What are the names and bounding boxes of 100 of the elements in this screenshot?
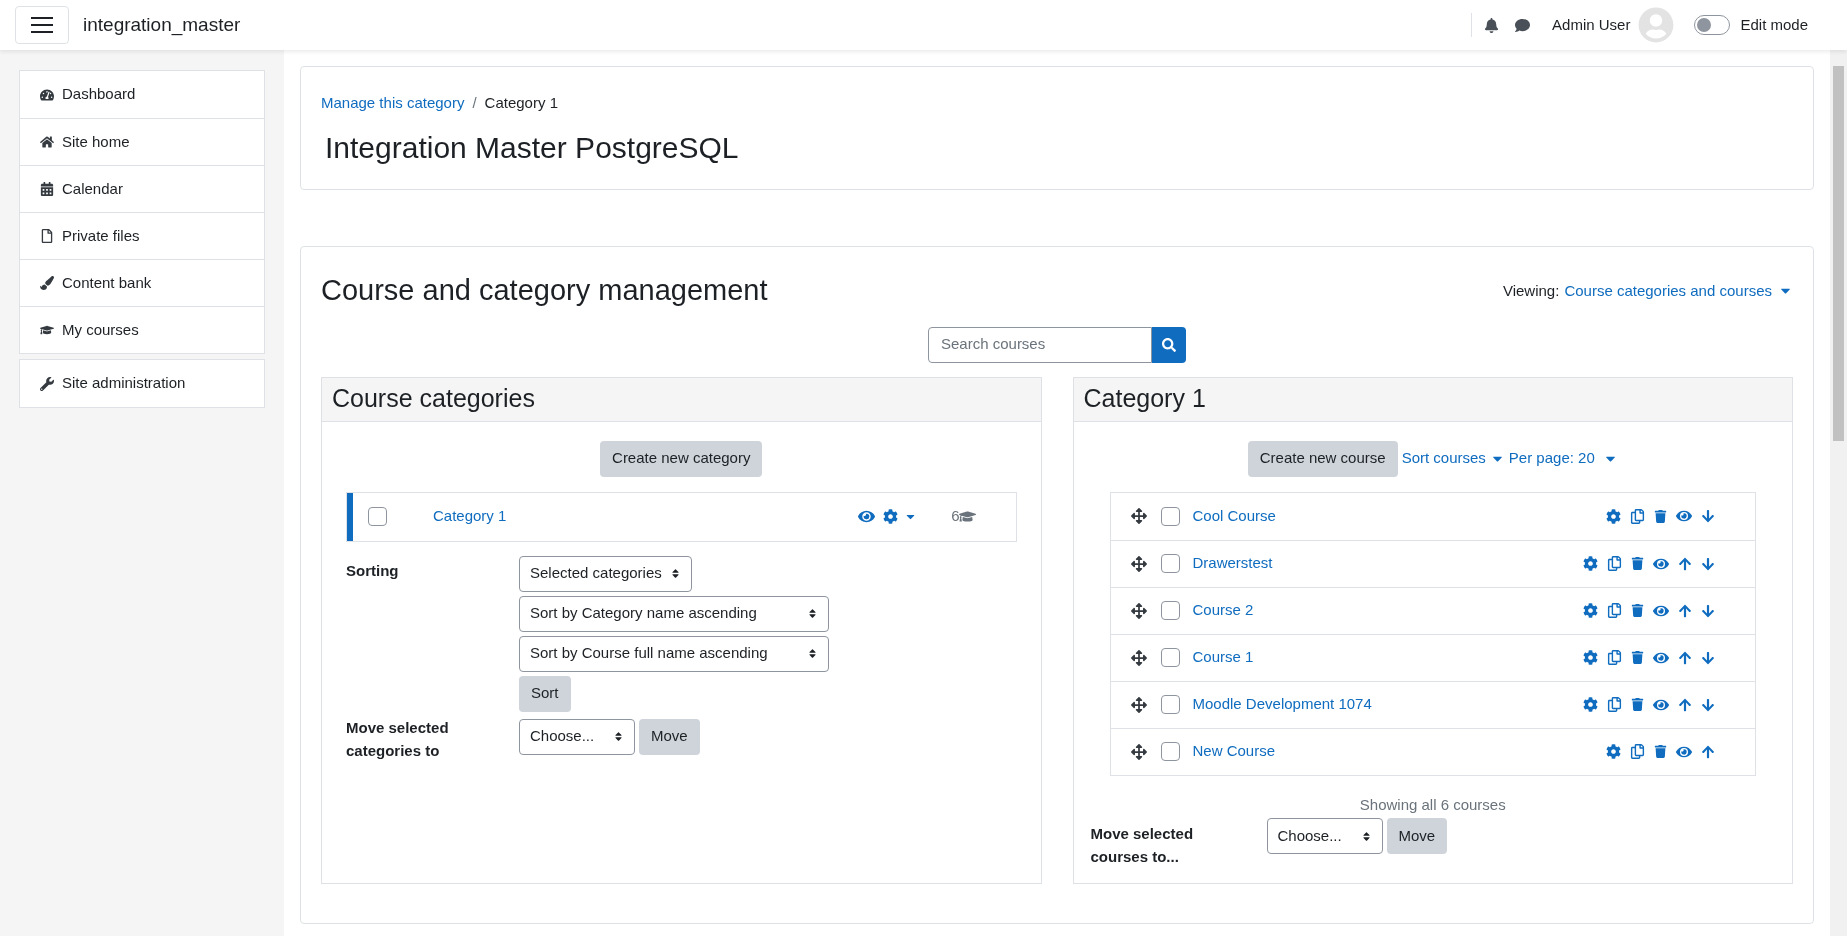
category-link[interactable]: Category 1 [433,505,507,528]
course-link[interactable]: Cool Course [1192,504,1276,528]
course-row[interactable]: Drawerstest [1110,539,1755,587]
course-link[interactable]: Drawerstest [1192,552,1273,575]
scrollbar[interactable] [1830,50,1847,936]
sidebar-item[interactable]: Dashboard [20,71,264,118]
notifications-bell-icon[interactable] [1484,17,1500,33]
graduation-cap-icon [40,323,54,337]
course-row[interactable]: New Course [1110,727,1755,775]
eye-icon[interactable] [858,508,876,525]
course-row[interactable]: Moodle Development 1074 [1110,680,1755,728]
page-title: Integration Master PostgreSQL [325,129,740,166]
checkbox[interactable] [1160,695,1180,714]
sort-caret-icon [807,648,818,659]
select-field[interactable]: Selected categories [519,555,692,592]
panel-title: Course categories [332,383,535,415]
select-field[interactable]: Choose... [519,718,635,755]
calendar-icon [40,182,54,196]
sidebar-item[interactable]: My courses [20,306,264,353]
copy-icon[interactable] [1630,744,1645,759]
sort-button[interactable]: Sort [519,675,571,712]
eye-icon[interactable] [1676,508,1692,524]
user-name[interactable]: Admin User [1552,13,1631,37]
move-button[interactable]: Move [1386,818,1448,854]
checkbox[interactable] [1160,648,1180,667]
checkbox[interactable] [368,507,387,526]
section-title: Course and category management [321,273,768,308]
arrow-up-icon[interactable] [1678,697,1692,712]
search-button[interactable] [1152,326,1186,363]
sidebar-item[interactable]: Content bank [20,259,264,306]
select-field[interactable]: Choose... [1266,818,1383,854]
course-link[interactable]: Course 1 [1192,646,1254,669]
settings-icon[interactable] [1606,508,1621,524]
course-row[interactable]: Cool Course [1110,492,1755,540]
breadcrumb-current: Category 1 [484,93,558,113]
arrow-down-icon[interactable] [1701,603,1715,618]
arrow-up-icon[interactable] [1701,744,1715,759]
trash-icon[interactable] [1631,557,1644,570]
trash-icon[interactable] [1654,509,1667,523]
checkbox[interactable] [1160,506,1180,526]
menu-button[interactable] [15,6,69,44]
menu-icon [30,16,54,34]
arrow-down-icon[interactable] [1701,650,1715,665]
arrow-up-icon[interactable] [1678,556,1692,571]
trash-icon[interactable] [1631,604,1644,617]
graduation-cap-icon [958,508,976,525]
edit-mode-toggle[interactable] [1694,15,1731,35]
home-icon [40,135,54,149]
viewing-label: Viewing: [1502,280,1560,301]
settings-icon[interactable] [1583,556,1598,571]
move-handle-icon[interactable] [1130,555,1147,572]
copy-icon[interactable] [1630,508,1645,524]
move-handle-icon[interactable] [1130,743,1147,760]
move-button[interactable]: Move [639,718,700,755]
settings-icon[interactable] [1583,603,1598,618]
messages-chat-icon[interactable] [1515,17,1531,33]
course-row[interactable]: Course 2 [1110,586,1755,634]
settings-icon[interactable] [1606,744,1621,759]
trash-icon[interactable] [1654,745,1667,758]
breadcrumb-link[interactable]: Manage this category [321,92,465,115]
settings-icon[interactable] [1583,650,1598,665]
dashboard-gauge-icon [40,87,54,102]
select-field[interactable]: Sort by Category name ascending [519,595,829,632]
site-name[interactable]: integration_master [83,10,241,40]
copy-icon[interactable] [1607,650,1622,665]
move-handle-icon[interactable] [1130,602,1147,619]
create-category-button[interactable]: Create new category [600,440,763,477]
course-row[interactable]: Course 1 [1110,633,1755,681]
select-field[interactable]: Sort by Course full name ascending [519,635,829,672]
move-courses-label: Move selected courses to... [1090,824,1195,867]
arrow-up-icon[interactable] [1678,603,1692,618]
arrow-down-icon[interactable] [1701,509,1715,523]
trash-icon[interactable] [1631,698,1644,711]
sort-courses-dropdown[interactable]: Sort courses [1401,447,1505,470]
settings-icon[interactable] [1583,697,1598,712]
viewing-dropdown[interactable]: Course categories and courses [1564,279,1793,302]
search-field[interactable]: Search courses [928,326,1152,363]
checkbox[interactable] [1160,601,1180,620]
sidebar-item[interactable]: Private files [20,212,264,259]
course-link[interactable]: Course 2 [1192,599,1254,622]
arrow-up-icon[interactable] [1678,650,1692,665]
move-handle-icon[interactable] [1130,508,1147,524]
checkbox[interactable] [1160,554,1180,573]
per-page-dropdown[interactable]: Per page: 20 [1508,447,1618,470]
create-course-button[interactable]: Create new course [1247,440,1398,477]
copy-icon[interactable] [1607,697,1622,712]
course-link[interactable]: Moodle Development 1074 [1192,693,1372,716]
arrow-down-icon[interactable] [1701,556,1715,571]
arrow-down-icon[interactable] [1701,697,1715,712]
sidebar-item[interactable]: Site administration [20,360,264,407]
trash-icon[interactable] [1631,651,1644,664]
sidebar-item[interactable]: Calendar [20,165,264,212]
copy-icon[interactable] [1607,603,1622,618]
copy-icon[interactable] [1607,556,1622,571]
move-handle-icon[interactable] [1130,649,1147,666]
checkbox[interactable] [1160,742,1180,761]
settings-icon[interactable] [883,509,899,524]
sidebar-item[interactable]: Site home [20,118,264,165]
course-link[interactable]: New Course [1192,740,1276,763]
move-handle-icon[interactable] [1130,696,1147,713]
